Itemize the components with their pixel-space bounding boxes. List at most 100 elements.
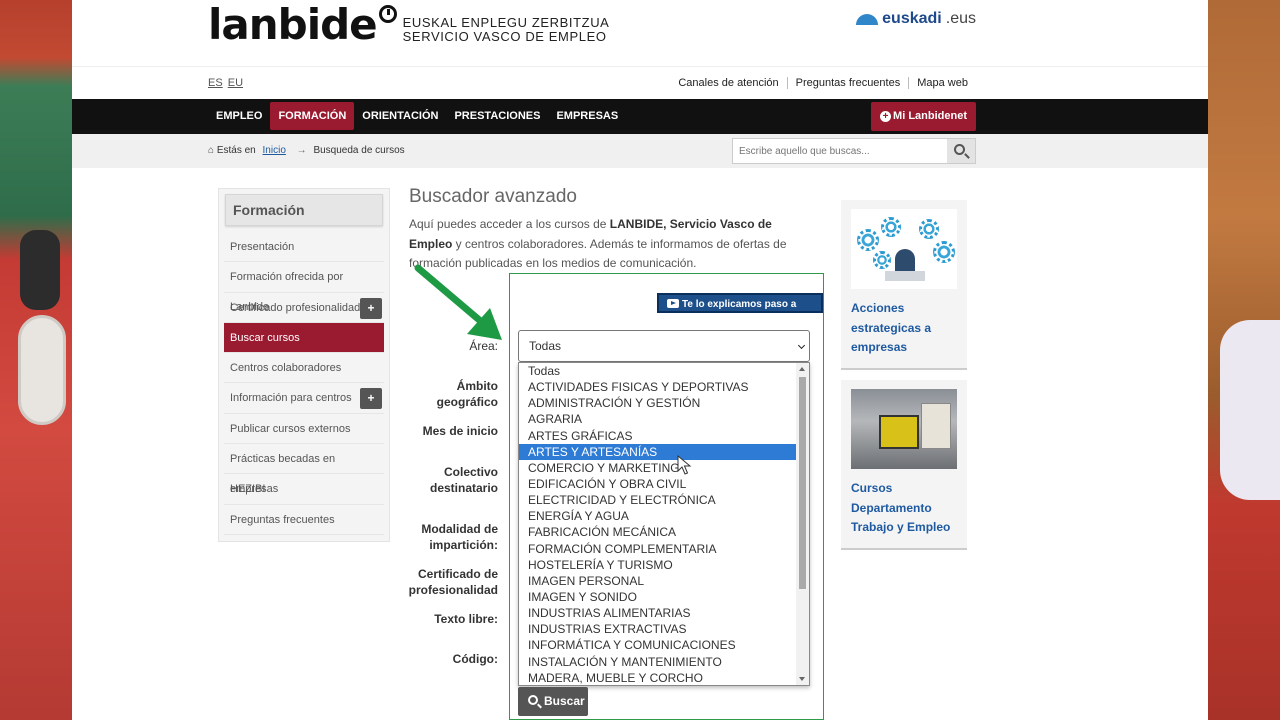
dropdown-scrollbar[interactable] xyxy=(796,363,809,685)
area-option[interactable]: HOSTELERÍA Y TURISMO xyxy=(519,557,797,573)
area-option[interactable]: EDIFICACIÓN Y OBRA CIVIL xyxy=(519,476,797,492)
expand-button[interactable]: + xyxy=(360,297,382,319)
area-option[interactable]: INSTALACIÓN Y MANTENIMIENTO xyxy=(519,654,797,670)
area-option[interactable]: MADERA, MUEBLE Y CORCHO xyxy=(519,670,797,685)
plus-circle-icon: + xyxy=(880,111,892,122)
link-mapa-web[interactable]: Mapa web xyxy=(908,77,976,89)
sidebar-item-label: Preguntas frecuentes xyxy=(230,513,335,526)
area-select-value: Todas xyxy=(529,339,562,353)
chevron-down-icon xyxy=(797,341,806,350)
scroll-up-icon[interactable] xyxy=(799,367,805,371)
nav-empleo[interactable]: EMPLEO xyxy=(208,102,270,130)
breadcrumb-home-link[interactable]: Inicio xyxy=(263,145,286,156)
area-option[interactable]: INFORMÁTICA Y COMUNICACIONES xyxy=(519,637,797,653)
sidebar-menu: Presentación Formación ofrecida por Lanb… xyxy=(219,232,389,535)
area-option[interactable]: ENERGÍA Y AGUA xyxy=(519,508,797,524)
area-dropdown-list: Todas ACTIVIDADES FISICAS Y DEPORTIVAS A… xyxy=(518,362,810,686)
lang-eu[interactable]: EU xyxy=(228,77,243,89)
sidebar-item-label: Presentación xyxy=(230,241,295,253)
desk-laptop xyxy=(885,271,925,281)
scrollbar-thumb[interactable] xyxy=(799,377,806,589)
sidebar-item-label: Buscar cursos xyxy=(230,331,300,344)
video-tutorial-button[interactable]: Te lo explicamos paso a paso xyxy=(657,293,823,330)
card-title-line: Cursos xyxy=(851,481,893,495)
area-option[interactable]: AGRARIA xyxy=(519,411,797,427)
area-option[interactable]: ACTIVIDADES FISICAS Y DEPORTIVAS xyxy=(519,379,797,395)
sidebar-item-hezibi[interactable]: HEZIBI xyxy=(224,474,384,505)
label-line: Modalidad de xyxy=(421,522,498,536)
area-option[interactable]: Todas xyxy=(519,363,797,379)
card-title: Cursos Departamento Trabajo y Empleo xyxy=(841,469,967,548)
sidebar-item-label: Certificado profesionalidad xyxy=(230,301,361,314)
card-acciones-estrategicas[interactable]: Acciones estrategicas a empresas xyxy=(841,200,967,370)
mi-lanbidenet-button[interactable]: + Mi Lanbidenet xyxy=(871,102,976,131)
gears-illustration xyxy=(851,209,957,289)
sidebar-item-preguntas[interactable]: Preguntas frecuentes xyxy=(224,505,384,535)
clock-icon xyxy=(378,5,397,23)
logo-subtitle-eu: EUSKAL ENPLEGU ZERBITZUA xyxy=(402,15,610,30)
label-line: Certificado de xyxy=(417,567,498,581)
language-switcher: ES EU xyxy=(208,77,245,89)
certificado-label: Certificado de profesionalidad xyxy=(398,566,498,598)
nav-orientacion[interactable]: ORIENTACIÓN xyxy=(354,102,446,130)
sidebar-item-buscar-cursos[interactable]: Buscar cursos xyxy=(224,322,384,354)
card-title-line: Acciones xyxy=(851,301,905,315)
area-option[interactable]: IMAGEN Y SONIDO xyxy=(519,589,797,605)
nav-formacion[interactable]: FORMACIÓN xyxy=(270,102,355,130)
sidebar-item-publicar[interactable]: Publicar cursos externos xyxy=(224,414,384,445)
scroll-down-icon[interactable] xyxy=(799,677,805,681)
nav-prestaciones[interactable]: PRESTACIONES xyxy=(446,102,548,130)
euskadi-logo[interactable]: euskadi .eus xyxy=(856,10,976,28)
euskadi-icon xyxy=(856,13,879,25)
pallet xyxy=(921,403,951,449)
sidebar-item-presentacion[interactable]: Presentación xyxy=(224,232,384,263)
area-option[interactable]: FORMACIÓN COMPLEMENTARIA xyxy=(519,541,797,557)
sidebar-item-label: HEZIBI xyxy=(230,483,266,496)
logo-wordmark: lanbide xyxy=(208,0,378,49)
gear-icon xyxy=(919,219,939,239)
search-input[interactable] xyxy=(733,139,945,163)
area-option[interactable]: ADMINISTRACIÓN Y GESTIÓN xyxy=(519,395,797,411)
area-option[interactable]: INDUSTRIAS EXTRACTIVAS xyxy=(519,621,797,637)
area-select[interactable]: Todas xyxy=(518,330,810,362)
sidebar-item-label: Centros colaboradores xyxy=(230,362,342,375)
area-option[interactable]: ELECTRICIDAD Y ELECTRÓNICA xyxy=(519,492,797,508)
utility-links: Canales de atención Preguntas frecuentes… xyxy=(670,77,976,89)
buscar-label: Buscar xyxy=(544,694,585,708)
gear-icon xyxy=(933,241,955,263)
expand-button[interactable]: + xyxy=(360,388,382,410)
label-line: Ámbito xyxy=(456,379,498,393)
youtube-icon xyxy=(667,299,679,308)
sidebar-item-formacion-ofrecida[interactable]: Formación ofrecida por Lanbide xyxy=(224,262,384,313)
mouse-cursor-icon xyxy=(677,455,692,475)
sidebar-item-informacion-centros[interactable]: Información para centros + xyxy=(224,383,384,414)
sidebar: Formación Presentación Formación ofrecid… xyxy=(218,188,390,542)
search-button[interactable] xyxy=(947,139,975,163)
sidebar-item-practicas[interactable]: Prácticas becadas en empresas xyxy=(224,444,384,495)
label-line: Colectivo xyxy=(443,465,498,479)
card-title-line: empresas xyxy=(851,340,908,354)
link-canales[interactable]: Canales de atención xyxy=(670,77,786,89)
lanbide-logo[interactable]: lanbide EUSKAL ENPLEGU ZERBITZUA SERVICI… xyxy=(208,2,609,48)
link-preguntas[interactable]: Preguntas frecuentes xyxy=(786,77,909,89)
sidebar-item-centros[interactable]: Centros colaboradores xyxy=(224,353,384,384)
buscar-button[interactable]: Buscar xyxy=(518,687,588,716)
gear-icon xyxy=(857,229,879,251)
gear-icon xyxy=(881,217,901,237)
label-line: profesionalidad xyxy=(408,583,498,597)
area-option[interactable]: ARTES GRÁFICAS xyxy=(519,428,797,444)
card-cursos-departamento[interactable]: Cursos Departamento Trabajo y Empleo xyxy=(841,380,967,550)
euskadi-suffix: .eus xyxy=(945,10,976,27)
main-nav: EMPLEO FORMACIÓN ORIENTACIÓN PRESTACIONE… xyxy=(72,99,1208,134)
area-option-highlighted[interactable]: ARTES Y ARTESANÍAS xyxy=(519,443,797,460)
area-option[interactable]: IMAGEN PERSONAL xyxy=(519,573,797,589)
area-option[interactable]: INDUSTRIAS ALIMENTARIAS xyxy=(519,605,797,621)
modalidad-label: Modalidad de impartición: xyxy=(398,521,498,553)
sidebar-item-certificado[interactable]: Certificado profesionalidad + xyxy=(224,293,384,323)
forklift xyxy=(879,415,919,449)
nav-empresas[interactable]: EMPRESAS xyxy=(548,102,626,130)
area-option[interactable]: FABRICACIÓN MECÁNICA xyxy=(519,524,797,540)
area-option[interactable]: COMERCIO Y MARKETING xyxy=(519,460,797,476)
lang-es[interactable]: ES xyxy=(208,77,223,89)
sidebar-item-label: Publicar cursos externos xyxy=(230,422,351,435)
